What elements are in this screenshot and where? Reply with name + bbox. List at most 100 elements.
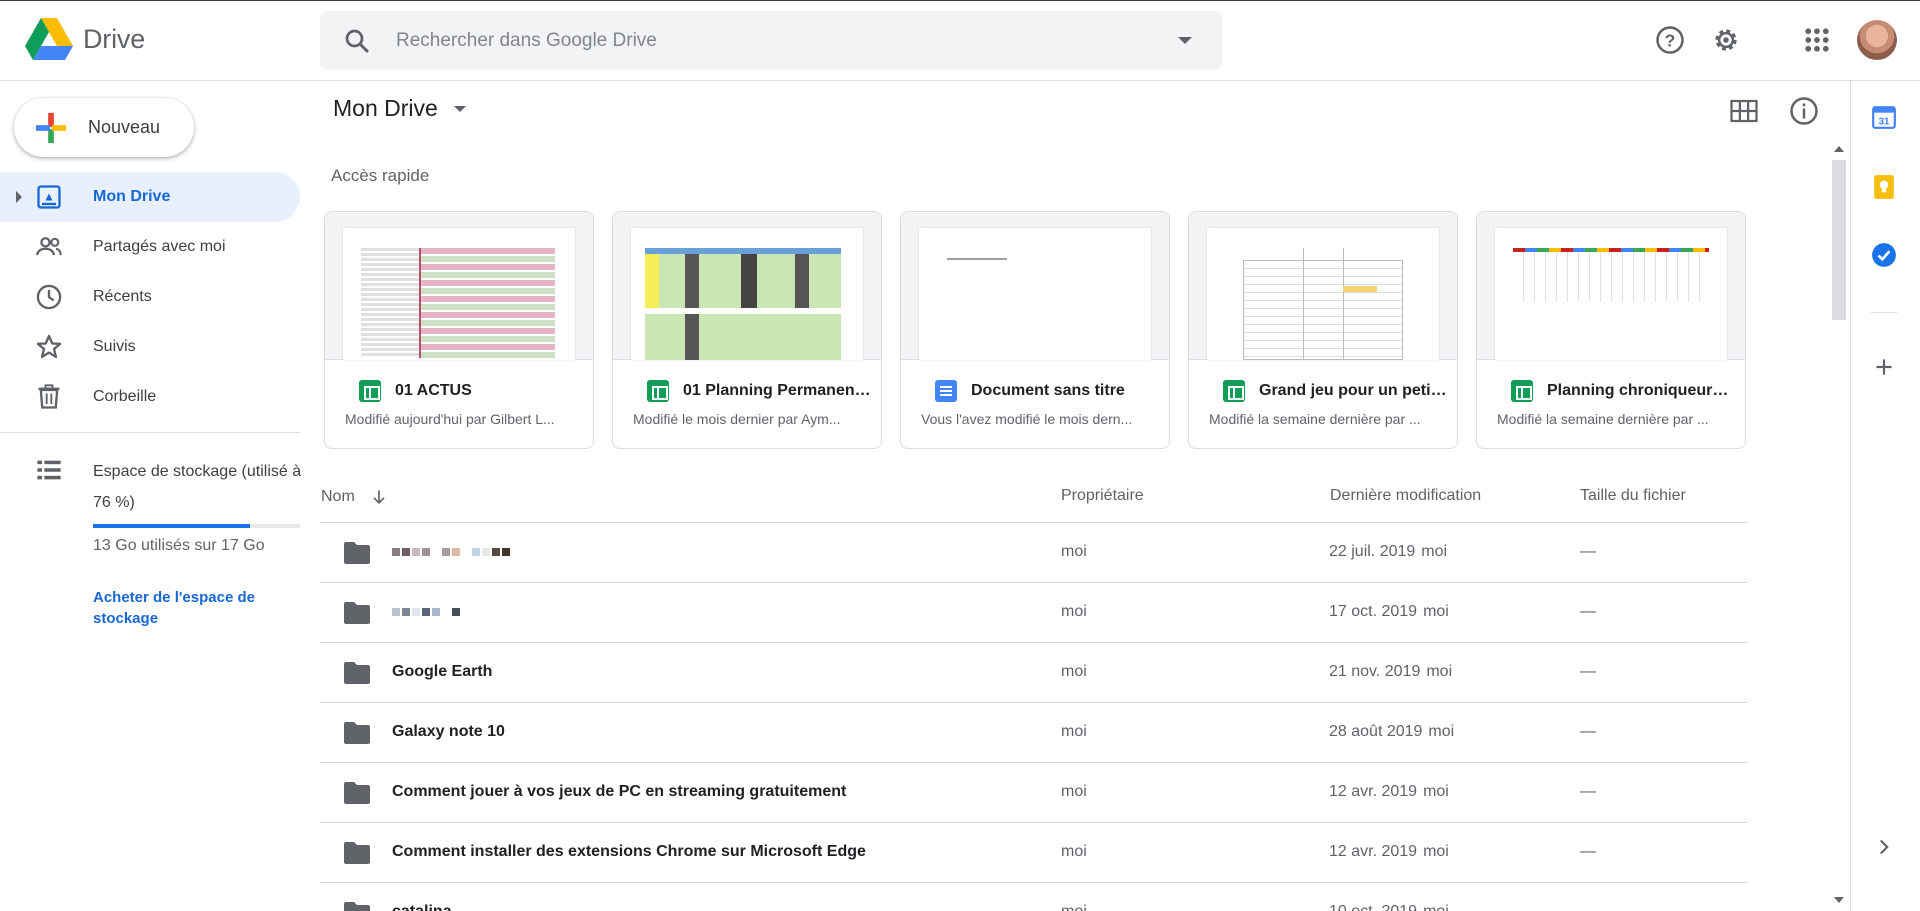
sidebar-item-trash[interactable]: Corbeille	[0, 372, 300, 422]
folder-icon	[344, 902, 370, 911]
file-modified: 12 avr. 2019 moi	[1329, 843, 1449, 861]
scroll-up-icon[interactable]	[1834, 146, 1844, 152]
file-name: catalina	[392, 903, 452, 911]
file-modified: 17 oct. 2019 moi	[1329, 603, 1449, 621]
sidebar-item-my-drive[interactable]: Mon Drive	[0, 172, 300, 222]
table-row[interactable]: moi 22 juil. 2019 moi —	[320, 522, 1748, 582]
file-owner: moi	[1061, 783, 1087, 800]
tasks-icon[interactable]	[1871, 242, 1897, 268]
grid-view-icon[interactable]	[1729, 96, 1759, 126]
new-button[interactable]: Nouveau	[14, 98, 194, 157]
file-modified: 28 août 2019 moi	[1329, 723, 1454, 741]
card-subtitle: Modifié la semaine dernière par ...	[1497, 411, 1709, 427]
new-button-label: Nouveau	[88, 117, 161, 137]
folder-icon	[344, 782, 370, 804]
table-row[interactable]: Comment installer des extensions Chrome …	[320, 822, 1748, 882]
quick-access-card[interactable]: 01 Planning Permanences Modifié le mois …	[612, 211, 882, 449]
search-bar[interactable]: Rechercher dans Google Drive	[320, 11, 1222, 70]
apps-grid-icon[interactable]	[1802, 25, 1832, 55]
file-modified: 12 avr. 2019 moi	[1329, 783, 1449, 801]
help-icon[interactable]: ?	[1655, 25, 1685, 55]
table-row[interactable]: Comment jouer à vos jeux de PC en stream…	[320, 762, 1748, 822]
thumbnail-preview	[631, 228, 863, 360]
folder-icon	[344, 602, 370, 624]
quick-access-card[interactable]: Document sans titre Vous l'avez modifié …	[900, 211, 1170, 449]
table-row[interactable]: Google Earth moi 21 nov. 2019 moi —	[320, 642, 1748, 702]
column-header-name[interactable]: Nom	[321, 487, 389, 507]
app-title: Drive	[83, 24, 146, 54]
sidebar-item-label: Partagés avec moi	[93, 238, 226, 255]
card-title: Document sans titre	[971, 382, 1125, 399]
column-header-modified[interactable]: Dernière modification	[1330, 487, 1481, 505]
drive-logo-icon	[25, 18, 73, 60]
chevron-down-icon	[453, 105, 466, 112]
main-scrollbar[interactable]	[1830, 142, 1848, 911]
modified-by: moi	[1428, 723, 1455, 740]
sheets-icon	[359, 380, 381, 402]
folder-icon	[344, 842, 370, 864]
table-row[interactable]: catalina moi 10 oct. 2019 moi —	[320, 882, 1748, 911]
modified-by: moi	[1423, 903, 1449, 911]
trash-icon	[38, 384, 60, 409]
info-icon[interactable]	[1789, 96, 1819, 126]
file-size: —	[1580, 843, 1596, 860]
star-icon	[36, 334, 62, 359]
file-thumbnail	[325, 212, 593, 360]
file-size: —	[1580, 723, 1596, 740]
search-input[interactable]: Rechercher dans Google Drive	[396, 30, 1178, 52]
quick-access-card[interactable]: Grand jeu pour un petit d... Modifié la …	[1188, 211, 1458, 449]
modified-date: 17 oct. 2019	[1329, 603, 1418, 620]
file-owner: moi	[1061, 843, 1087, 860]
file-list: moi 22 juil. 2019 moi — moi 17 oct. 2019 m…	[320, 522, 1748, 911]
modified-date: 22 juil. 2019	[1329, 543, 1416, 560]
card-title: Grand jeu pour un petit d...	[1259, 382, 1449, 399]
add-addon-icon[interactable]	[1871, 354, 1897, 380]
scrollbar-thumb[interactable]	[1832, 160, 1846, 320]
card-title: Planning chroniqueurs 0...	[1547, 382, 1737, 399]
quick-access-title: Accès rapide	[331, 166, 430, 185]
file-size: —	[1580, 603, 1596, 620]
sheets-icon	[1511, 380, 1533, 402]
settings-icon[interactable]	[1711, 25, 1741, 55]
sidebar-item-recent[interactable]: Récents	[0, 272, 300, 322]
table-row[interactable]: moi 17 oct. 2019 moi —	[320, 582, 1748, 642]
thumbnail-preview	[343, 228, 575, 360]
quick-access-card[interactable]: 01 ACTUS Modifié aujourd'hui par Gilbert…	[324, 211, 594, 449]
chevron-right-icon[interactable]	[1871, 834, 1897, 860]
file-modified: 21 nov. 2019 moi	[1329, 663, 1452, 681]
shared-icon	[36, 237, 62, 256]
table-row[interactable]: Galaxy note 10 moi 28 août 2019 moi —	[320, 702, 1748, 762]
scroll-down-icon[interactable]	[1834, 897, 1844, 903]
location-title[interactable]: Mon Drive	[333, 95, 466, 122]
file-thumbnail	[613, 212, 881, 360]
file-size: —	[1580, 663, 1596, 680]
avatar[interactable]	[1857, 20, 1897, 60]
column-header-owner[interactable]: Propriétaire	[1061, 487, 1144, 505]
expand-arrow-icon[interactable]	[16, 191, 22, 203]
side-panel-divider	[1871, 312, 1897, 313]
file-name: Comment installer des extensions Chrome …	[392, 843, 866, 860]
storage-icon	[37, 460, 61, 480]
keep-icon[interactable]	[1871, 174, 1897, 200]
sidebar-item-label: Récents	[93, 288, 152, 305]
drive-logo[interactable]: Drive	[25, 18, 145, 61]
sidebar-item-label: Suivis	[93, 338, 136, 355]
arrow-down-icon[interactable]	[369, 487, 389, 507]
sidebar-item-starred[interactable]: Suivis	[0, 322, 300, 372]
column-header-size[interactable]: Taille du fichier	[1580, 487, 1686, 505]
file-owner: moi	[1061, 543, 1087, 560]
modified-date: 12 avr. 2019	[1329, 843, 1418, 860]
quick-access-card[interactable]: Planning chroniqueurs 0... Modifié la se…	[1476, 211, 1746, 449]
quick-access-cards: 01 ACTUS Modifié aujourd'hui par Gilbert…	[324, 211, 1764, 449]
file-owner: moi	[1061, 903, 1087, 911]
search-options-icon[interactable]	[1178, 37, 1192, 44]
search-icon[interactable]	[342, 26, 372, 56]
top-bar: Drive Rechercher dans Google Drive ?	[0, 0, 1920, 81]
buy-storage-link[interactable]: Acheter de l'espace de stockage	[93, 587, 303, 629]
sidebar-nav: Mon Drive Partagés avec moi Récents Suiv…	[0, 172, 300, 422]
card-subtitle: Modifié la semaine dernière par ...	[1209, 411, 1421, 427]
calendar-icon[interactable]: 31	[1871, 104, 1897, 130]
storage-title[interactable]: Espace de stockage (utilisé à 76 %)	[93, 456, 303, 518]
sidebar-item-shared[interactable]: Partagés avec moi	[0, 222, 300, 272]
thumbnail-preview	[919, 228, 1151, 360]
